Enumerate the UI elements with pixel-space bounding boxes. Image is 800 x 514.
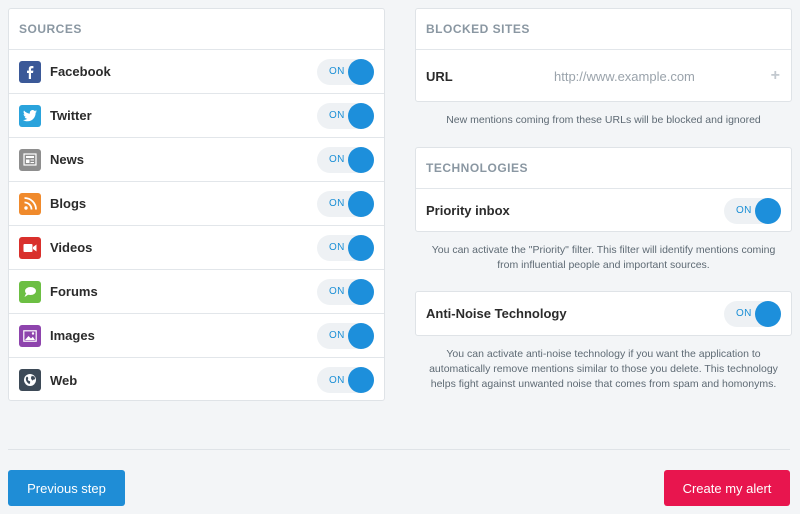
toggle-state: ON <box>329 242 345 253</box>
toggle-state: ON <box>329 198 345 209</box>
url-row: URL + <box>416 50 791 102</box>
toggle-knob <box>348 322 374 349</box>
toggle-knob <box>348 278 374 305</box>
toggle-twitter[interactable]: ON <box>317 102 374 129</box>
toggle-news[interactable]: ON <box>317 146 374 173</box>
blocked-sites-header: BLOCKED SITES <box>416 9 791 50</box>
toggle-state: ON <box>329 154 345 165</box>
toggle-forums[interactable]: ON <box>317 278 374 305</box>
source-label-images: Images <box>50 328 95 343</box>
toggle-state: ON <box>329 374 345 386</box>
toggle-knob <box>348 102 374 129</box>
source-label-facebook: Facebook <box>50 64 111 79</box>
toggle-knob <box>348 190 374 217</box>
toggle-knob <box>348 234 374 261</box>
anti-noise-label: Anti-Noise Technology <box>426 306 567 321</box>
toggle-state: ON <box>736 308 752 319</box>
source-label-web: Web <box>50 372 78 388</box>
source-label-news: News <box>50 152 84 167</box>
toggle-anti-noise[interactable]: ON <box>724 300 781 327</box>
source-row-images: Images ON <box>9 314 384 358</box>
sources-header: SOURCES <box>9 9 384 50</box>
image-icon <box>19 324 41 347</box>
toggle-blogs[interactable]: ON <box>317 190 374 217</box>
toggle-state: ON <box>736 205 752 216</box>
twitter-icon <box>19 104 41 127</box>
anti-noise-panel: Anti-Noise Technology ON <box>415 291 792 336</box>
source-row-videos: Videos ON <box>9 226 384 270</box>
source-label-videos: Videos <box>50 240 93 255</box>
toggle-facebook[interactable]: ON <box>317 58 374 85</box>
source-row-twitter: Twitter ON <box>9 94 384 138</box>
technologies-header: TECHNOLOGIES <box>416 148 791 189</box>
create-alert-button[interactable]: Create my alert <box>664 470 790 506</box>
url-label: URL <box>426 68 453 84</box>
url-input[interactable] <box>554 68 754 84</box>
anti-noise-row: Anti-Noise Technology ON <box>416 292 791 335</box>
news-icon <box>19 148 41 171</box>
toggle-web[interactable]: ON <box>317 367 374 393</box>
sources-panel: SOURCES Facebook ON Twitter ON News ON B… <box>8 8 385 401</box>
source-row-forums: Forums ON <box>9 270 384 314</box>
toggle-priority-inbox[interactable]: ON <box>724 197 781 224</box>
toggle-knob <box>755 300 781 327</box>
toggle-videos[interactable]: ON <box>317 234 374 261</box>
toggle-knob <box>348 58 374 85</box>
add-url-button[interactable]: + <box>771 67 780 85</box>
toggle-state: ON <box>329 330 345 341</box>
globe-icon <box>19 369 41 391</box>
facebook-icon <box>19 60 41 83</box>
source-row-web: Web ON <box>9 358 384 402</box>
priority-inbox-row: Priority inbox ON <box>416 189 791 232</box>
technologies-panel: TECHNOLOGIES Priority inbox ON <box>415 147 792 232</box>
priority-inbox-note: You can activate the "Priority" filter. … <box>431 244 776 271</box>
footer-divider <box>8 449 790 450</box>
source-row-news: News ON <box>9 138 384 182</box>
source-label-blogs: Blogs <box>50 196 87 211</box>
forum-icon <box>19 280 41 303</box>
source-row-facebook: Facebook ON <box>9 50 384 94</box>
toggle-knob <box>755 197 781 224</box>
source-row-blogs: Blogs ON <box>9 182 384 226</box>
anti-noise-note: You can activate anti-noise technology i… <box>429 348 778 390</box>
toggle-knob <box>348 146 374 173</box>
previous-step-button[interactable]: Previous step <box>8 470 125 506</box>
video-icon <box>19 236 41 259</box>
toggle-state: ON <box>329 110 345 121</box>
source-label-twitter: Twitter <box>50 108 92 123</box>
toggle-state: ON <box>329 286 345 297</box>
source-label-forums: Forums <box>50 284 98 299</box>
toggle-state: ON <box>329 66 345 77</box>
toggle-images[interactable]: ON <box>317 322 374 349</box>
priority-inbox-label: Priority inbox <box>426 203 510 218</box>
rss-icon <box>19 192 41 215</box>
blocked-sites-panel: BLOCKED SITES URL + <box>415 8 792 102</box>
blocked-sites-note: New mentions coming from these URLs will… <box>446 114 761 126</box>
toggle-knob <box>348 367 374 393</box>
